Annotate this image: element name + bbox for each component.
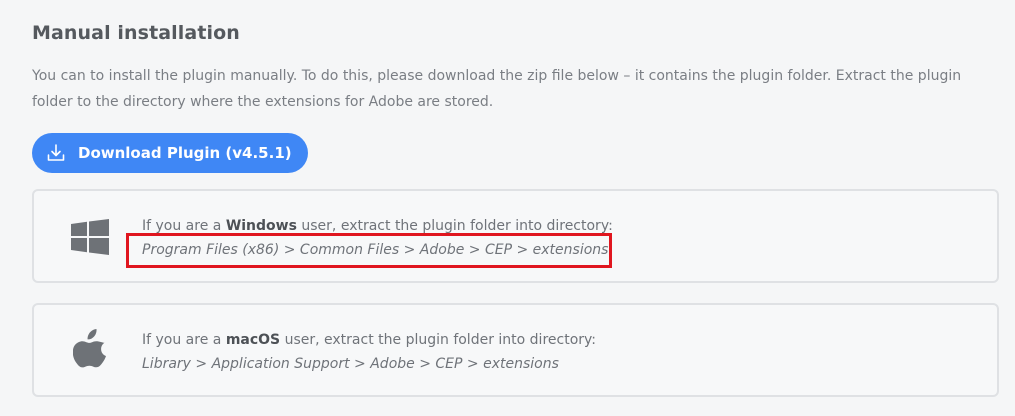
windows-instruction-line: If you are a Windows user, extract the p… <box>142 216 613 236</box>
manual-installation-page: Manual installation You can to install t… <box>0 0 1015 416</box>
windows-prefix: If you are a <box>142 218 226 234</box>
macos-instruction-line: If you are a macOS user, extract the plu… <box>142 330 596 350</box>
windows-suffix: user, extract the plugin folder into dir… <box>296 218 613 234</box>
macos-instructions-card: If you are a macOS user, extract the plu… <box>32 303 999 397</box>
macos-prefix: If you are a <box>142 332 226 348</box>
windows-logo-icon <box>70 217 110 257</box>
download-plugin-button[interactable]: Download Plugin (v4.5.1) <box>32 133 308 173</box>
section-title: Manual installation <box>32 22 240 44</box>
windows-instructions-card: If you are a Windows user, extract the p… <box>32 189 999 283</box>
download-button-label: Download Plugin (v4.5.1) <box>78 144 292 162</box>
windows-directory-path: Program Files (x86) > Common Files > Ado… <box>142 242 609 258</box>
macos-instructions-text: If you are a macOS user, extract the plu… <box>142 330 596 374</box>
macos-os-name: macOS <box>225 332 281 348</box>
intro-paragraph: You can to install the plugin manually. … <box>32 68 962 110</box>
windows-instructions-text: If you are a Windows user, extract the p… <box>142 216 613 260</box>
windows-os-name: Windows <box>225 218 297 234</box>
download-icon <box>46 143 66 163</box>
apple-logo-icon <box>70 329 110 369</box>
macos-suffix: user, extract the plugin folder into dir… <box>280 332 597 348</box>
macos-directory-path: Library > Application Support > Adobe > … <box>142 356 559 372</box>
